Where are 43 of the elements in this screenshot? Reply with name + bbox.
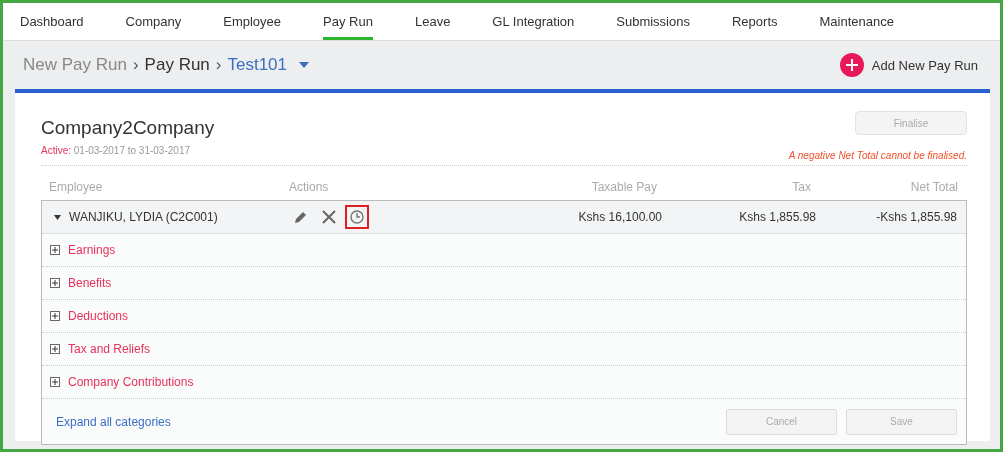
breadcrumb-separator: ›	[215, 55, 222, 75]
expand-all-link[interactable]: Expand all categories	[56, 414, 171, 429]
nav-tab[interactable]: Pay Run	[323, 6, 373, 40]
expand-icon[interactable]	[50, 245, 60, 255]
close-icon	[322, 210, 336, 224]
add-pay-run-button[interactable]: Add New Pay Run	[839, 53, 978, 77]
breadcrumb-current[interactable]: Test101	[227, 55, 288, 75]
nav-tab[interactable]: Employee	[223, 6, 282, 40]
company-title: Company2Company	[41, 117, 215, 139]
expand-icon[interactable]	[50, 377, 60, 387]
nav-tab[interactable]: Maintenance	[819, 6, 894, 40]
employee-name[interactable]: WANJIKU, LYDIA (C2C001)	[69, 210, 218, 224]
category-link[interactable]: Deductions	[68, 309, 129, 323]
active-period: Active: 01-03-2017 to 31-03-2017	[41, 145, 191, 156]
column-header: Employee	[49, 180, 104, 194]
action-button[interactable]	[345, 205, 369, 229]
clock-icon	[350, 210, 364, 224]
caret-icon[interactable]	[54, 214, 61, 220]
nav-tab[interactable]: Leave	[414, 6, 451, 40]
breadcrumb-link[interactable]: Pay Run	[144, 55, 210, 75]
nav-tab[interactable]: Reports	[731, 6, 778, 40]
warning-message: A negative Net Total cannot be finalised.	[788, 150, 967, 161]
expand-icon[interactable]	[50, 311, 60, 321]
pencil-icon	[294, 210, 308, 224]
category-link[interactable]: Company Contributions	[68, 375, 194, 389]
breadcrumb-separator: ›	[132, 55, 139, 75]
expand-icon[interactable]	[50, 344, 60, 354]
category-link[interactable]: Benefits	[68, 276, 112, 290]
column-header: Taxable Pay	[590, 180, 657, 194]
table-cell-text: -Kshs 1,855.98	[875, 210, 957, 224]
column-header: Net Total	[909, 180, 958, 194]
category-link[interactable]: Tax and Reliefs	[68, 342, 151, 356]
table-cell-text: Kshs 1,855.98	[738, 210, 816, 224]
nav-tab[interactable]: GL Integration	[492, 6, 575, 40]
category-link[interactable]: Earnings	[68, 243, 116, 257]
nav-tab[interactable]: Company	[125, 6, 182, 40]
column-header: Actions	[289, 180, 330, 194]
plus-icon	[839, 53, 864, 77]
nav-tab[interactable]: Dashboard	[20, 6, 84, 40]
nav-tab[interactable]: Submissions	[616, 6, 690, 40]
table-cell-text: Kshs 16,100.00	[577, 210, 662, 224]
column-header: Tax	[791, 180, 811, 194]
expand-icon[interactable]	[50, 278, 60, 288]
